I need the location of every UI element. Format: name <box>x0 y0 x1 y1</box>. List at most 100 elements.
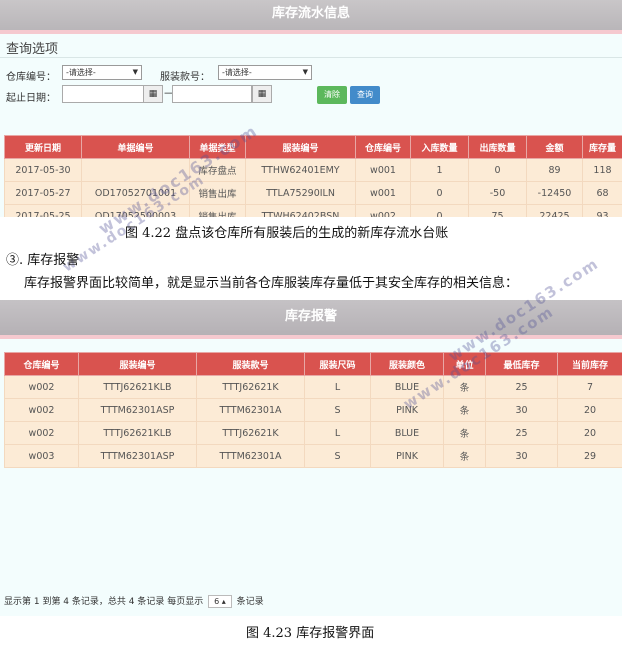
table-cell: 7 <box>557 375 622 399</box>
table-cell: 1 <box>410 158 469 182</box>
chevron-down-icon: ▼ <box>302 68 308 76</box>
query-divider <box>0 57 622 58</box>
date-range-label: 起止日期： <box>6 93 56 104</box>
table-cell: 29 <box>557 444 622 468</box>
table-cell: 20 <box>557 398 622 422</box>
column-header[interactable]: 当前库存 <box>557 352 622 376</box>
table-row[interactable]: 2017-05-27 OD17052701001 销售出库 TTLA75290ILN w… <box>4 181 622 205</box>
clear-button[interactable]: 清除 <box>317 86 347 104</box>
chevron-down-icon: ▼ <box>132 68 138 76</box>
table-cell: BLUE <box>370 421 444 445</box>
table-cell: S <box>304 398 371 422</box>
column-header[interactable]: 服装款号 <box>196 352 305 376</box>
table-cell: PINK <box>370 444 444 468</box>
column-header[interactable]: 入库数量 <box>410 135 469 159</box>
table-cell: 30 <box>485 398 558 422</box>
query-button[interactable]: 查询 <box>350 86 380 104</box>
table-cell: w001 <box>355 158 411 182</box>
table-cell: 118 <box>582 158 622 182</box>
table-cell: S <box>304 444 371 468</box>
table-cell: 2017-05-30 <box>4 158 82 182</box>
column-header[interactable]: 服装编号 <box>245 135 356 159</box>
column-header[interactable]: 仓库编号 <box>4 352 79 376</box>
table-row[interactable]: 2017-05-30 库存盘点 TTHW62401EMY w001 1 0 89 118 <box>4 158 622 182</box>
table-cell: TTHW62401EMY <box>245 158 356 182</box>
table-cell: L <box>304 421 371 445</box>
page-size-value: 6 <box>214 597 220 606</box>
table-cell: 条 <box>443 398 486 422</box>
stock-flow-table: 更新日期 单据编号 单据类型 服装编号 仓库编号 入库数量 出库数量 金额 库存量 2017-0… <box>4 135 622 217</box>
column-header[interactable]: 仓库编号 <box>355 135 411 159</box>
table-row[interactable]: w002 TTTJ62621KLB TTTJ62621K L BLUE 条 25 20 <box>4 421 622 445</box>
table-cell: 2017-05-25 <box>4 204 82 217</box>
end-calendar-button[interactable]: ▦ <box>252 85 272 103</box>
table-cell: -50 <box>468 181 527 205</box>
figure-caption-4-23: 图 4.23 库存报警界面 <box>246 626 375 641</box>
stock-flow-panel: 库存流水信息 查询选项 仓库编号： -请选择- ▼ 服装款号： -请选择- ▼ … <box>0 0 622 217</box>
table-cell: w002 <box>4 398 79 422</box>
query-options-title: 查询选项 <box>6 42 59 57</box>
table-cell: TTTJ62621K <box>196 375 305 399</box>
table-cell: 25 <box>485 421 558 445</box>
style-select[interactable]: -请选择- ▼ <box>218 65 312 80</box>
warehouse-select-value: -请选择- <box>66 68 96 77</box>
pagination-info: 显示第 1 到第 4 条记录，总共 4 条记录 每页显示 6 ▴ 条记录 <box>4 594 264 608</box>
table-cell: w002 <box>4 421 79 445</box>
table-row[interactable]: w002 TTTJ62621KLB TTTJ62621K L BLUE 条 25 7 <box>4 375 622 399</box>
table-cell: TTTM62301ASP <box>78 398 197 422</box>
table-cell: 条 <box>443 444 486 468</box>
table-cell: 68 <box>582 181 622 205</box>
table-cell: w001 <box>355 181 411 205</box>
table-cell: 75 <box>468 204 527 217</box>
table-row[interactable]: w002 TTTM62301ASP TTTM62301A S PINK 条 30 20 <box>4 398 622 422</box>
table-cell: w002 <box>4 375 79 399</box>
pager-prefix: 显示第 1 到第 4 条记录，总共 4 条记录 每页显示 <box>4 597 204 607</box>
table-cell: TTTJ62621KLB <box>78 421 197 445</box>
table-cell: 30 <box>485 444 558 468</box>
stock-alarm-table: 仓库编号 服装编号 服装款号 服装尺码 服装颜色 单位 最低库存 当前库存 w002 TTTJ6… <box>4 352 622 468</box>
table-cell: TTWH62402BSN <box>245 204 356 217</box>
column-header[interactable]: 单据编号 <box>81 135 190 159</box>
table-row[interactable]: 2017-05-25OD17052500003销售出库TTWH62402BSNw… <box>4 204 622 217</box>
table-cell: w003 <box>4 444 79 468</box>
table-cell: 0 <box>468 158 527 182</box>
table-cell: 销售出库 <box>189 204 246 217</box>
table-cell: -12450 <box>526 181 583 205</box>
table-cell: TTLA75290ILN <box>245 181 356 205</box>
calendar-icon: ▦ <box>148 89 158 99</box>
caret-up-icon: ▴ <box>221 597 226 606</box>
section-description: 库存报警界面比较简单，就是显示当前各仓库服装库存量低于其安全库存的相关信息： <box>24 276 519 291</box>
stock-flow-title: 库存流水信息 <box>271 6 350 21</box>
column-header[interactable]: 出库数量 <box>468 135 527 159</box>
warehouse-select[interactable]: -请选择- ▼ <box>62 65 142 80</box>
stock-flow-titlebar: 库存流水信息 <box>0 0 622 30</box>
calendar-icon: ▦ <box>257 89 267 99</box>
column-header[interactable]: 服装颜色 <box>370 352 444 376</box>
column-header[interactable]: 金额 <box>526 135 583 159</box>
table-cell: L <box>304 375 371 399</box>
table-cell: TTTJ62621KLB <box>78 375 197 399</box>
table-cell: 93 <box>582 204 622 217</box>
table-cell: TTTM62301A <box>196 398 305 422</box>
table-cell: TTTM62301A <box>196 444 305 468</box>
start-date-input[interactable] <box>62 85 144 103</box>
page-size-select[interactable]: 6 ▴ <box>208 595 232 608</box>
table-row[interactable]: w003 TTTM62301ASP TTTM62301A S PINK 条 30 29 <box>4 444 622 468</box>
table-cell: 2017-05-27 <box>4 181 82 205</box>
table-cell: TTTJ62621K <box>196 421 305 445</box>
table-cell: w002 <box>355 204 411 217</box>
warehouse-label: 仓库编号： <box>6 72 56 83</box>
table-cell: TTTM62301ASP <box>78 444 197 468</box>
figure-caption-4-22: 图 4.22 盘点该仓库所有服装后的生成的新库存流水台账 <box>125 226 449 241</box>
style-label: 服装款号： <box>160 72 210 83</box>
column-header[interactable]: 服装编号 <box>78 352 197 376</box>
pager-suffix: 条记录 <box>236 597 264 607</box>
column-header[interactable]: 更新日期 <box>4 135 82 159</box>
column-header[interactable]: 库存量 <box>582 135 622 159</box>
column-header[interactable]: 服装尺码 <box>304 352 371 376</box>
end-date-input[interactable] <box>172 85 252 103</box>
section-heading: ③. 库存报警 <box>6 253 80 268</box>
table-cell: 89 <box>526 158 583 182</box>
table-cell: 22425 <box>526 204 583 217</box>
start-calendar-button[interactable]: ▦ <box>143 85 163 103</box>
